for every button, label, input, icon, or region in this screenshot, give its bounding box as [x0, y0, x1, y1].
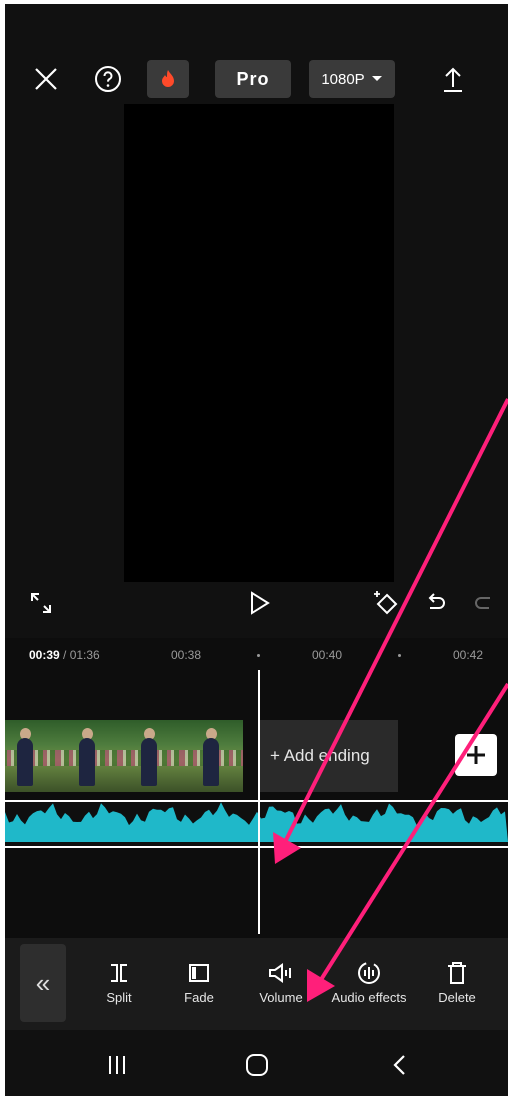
redo-icon — [475, 597, 490, 609]
back-icon — [393, 1055, 405, 1075]
clip-thumbnail — [119, 720, 181, 792]
plus-icon — [467, 746, 485, 764]
split-button[interactable]: Split — [99, 956, 139, 1005]
fade-label: Fade — [184, 990, 214, 1005]
editor-screen: Pro 1080P 00:39 / 01:36 00:38 00:40 00:4… — [5, 4, 508, 1096]
fade-icon — [189, 964, 209, 982]
ruler-dot — [257, 654, 260, 657]
playhead[interactable] — [258, 670, 260, 934]
volume-icon — [269, 963, 291, 983]
split-label: Split — [106, 990, 132, 1005]
ruler-dot — [398, 654, 401, 657]
total-time: / 01:36 — [59, 648, 100, 662]
split-icon — [111, 964, 127, 982]
play-button[interactable] — [245, 588, 275, 618]
add-ending-label: + Add ending — [270, 746, 370, 765]
ruler-tick: 00:40 — [312, 648, 343, 662]
undo-button[interactable] — [423, 590, 449, 616]
fade-button[interactable]: Fade — [179, 956, 219, 1005]
pro-button[interactable]: Pro — [215, 60, 291, 98]
resolution-label: 1080P — [321, 70, 365, 88]
delete-icon — [448, 962, 466, 984]
add-ending-button[interactable]: + Add ending — [260, 720, 398, 792]
volume-label: Volume — [259, 990, 303, 1005]
home-icon — [246, 1054, 268, 1076]
add-clip-button[interactable] — [455, 734, 497, 776]
recent-apps-icon — [109, 1056, 125, 1074]
help-icon — [95, 66, 121, 92]
keyframe-icon — [374, 591, 398, 615]
fire-icon — [162, 70, 174, 87]
back-button[interactable] — [385, 1050, 415, 1080]
redo-button[interactable] — [470, 590, 496, 616]
clip-thumbnail — [57, 720, 119, 792]
clip-thumbnail — [181, 720, 243, 792]
video-clip[interactable] — [5, 720, 256, 792]
fullscreen-icon — [31, 593, 51, 613]
export-icon — [444, 67, 462, 92]
export-button[interactable] — [435, 60, 471, 98]
delete-label: Delete — [438, 990, 476, 1005]
play-icon — [251, 591, 270, 615]
audio-effects-icon — [358, 962, 380, 984]
help-button[interactable] — [89, 60, 127, 98]
audio-track[interactable] — [5, 800, 508, 848]
home-button[interactable] — [242, 1050, 272, 1080]
ruler-tick: 00:38 — [171, 648, 202, 662]
audio-effects-button[interactable]: Audio effects — [326, 956, 412, 1005]
close-icon — [35, 68, 57, 90]
fire-button[interactable] — [147, 60, 189, 98]
audio-effects-label: Audio effects — [331, 990, 407, 1005]
pro-label: Pro — [236, 68, 270, 89]
audio-waveform — [5, 802, 508, 842]
close-button[interactable] — [27, 60, 65, 98]
keyframe-button[interactable] — [369, 588, 403, 618]
double-chevron-left-icon: « — [35, 967, 51, 998]
video-preview[interactable] — [124, 104, 394, 582]
clip-thumbnail — [5, 720, 57, 792]
timecode: 00:39 / 01:36 — [29, 648, 100, 662]
fullscreen-button[interactable] — [27, 589, 55, 617]
collapse-button[interactable]: « — [20, 944, 66, 1022]
volume-button[interactable]: Volume — [253, 956, 309, 1005]
resolution-dropdown[interactable]: 1080P — [309, 60, 395, 98]
ruler-tick: 00:42 — [453, 648, 484, 662]
recent-apps-button[interactable] — [102, 1050, 132, 1080]
caret-down-icon — [371, 76, 382, 81]
undo-icon — [428, 593, 445, 609]
current-time: 00:39 — [29, 648, 60, 662]
delete-button[interactable]: Delete — [433, 956, 481, 1005]
time-ruler: 00:39 / 01:36 00:38 00:40 00:42 — [5, 638, 508, 674]
